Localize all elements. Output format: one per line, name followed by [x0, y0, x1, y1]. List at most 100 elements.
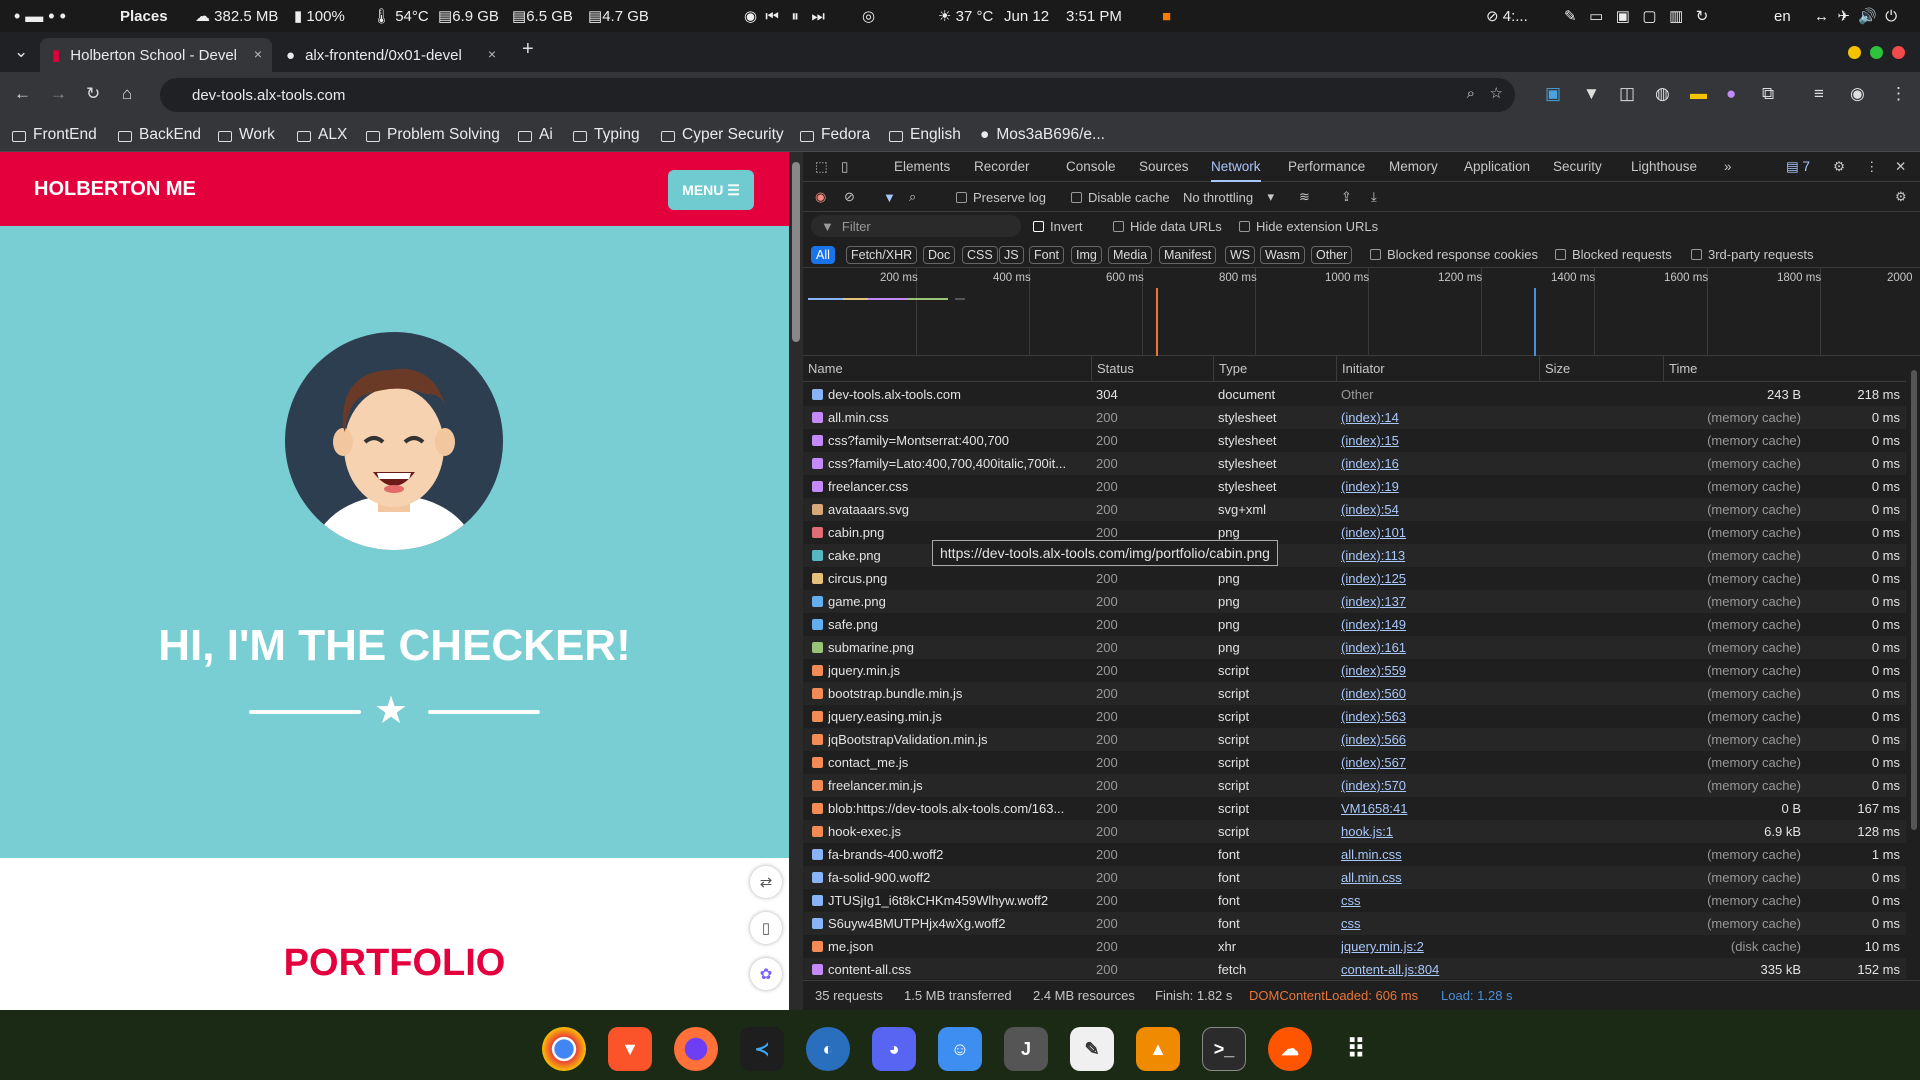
- zoom-search-icon[interactable]: ⌕: [1467, 85, 1475, 102]
- inspect-element-icon[interactable]: ⬚: [815, 152, 828, 182]
- request-row[interactable]: game.png 200 png (index):137 (memory cache) 0…: [803, 590, 1906, 613]
- request-initiator[interactable]: (index):567: [1341, 751, 1511, 774]
- request-initiator[interactable]: css: [1341, 889, 1511, 912]
- chip-img[interactable]: Img: [1071, 246, 1102, 264]
- request-initiator[interactable]: all.min.css: [1341, 866, 1511, 889]
- tab-security[interactable]: Security: [1553, 152, 1602, 182]
- omnibox[interactable]: dev-tools.alx-tools.com ⌕ ☆: [160, 78, 1515, 112]
- network-conditions-icon[interactable]: ≋: [1299, 183, 1310, 211]
- extension-6-icon[interactable]: ●: [1726, 84, 1736, 104]
- issues-badge[interactable]: ▤ 7: [1786, 152, 1810, 182]
- jetbrains-icon[interactable]: J: [1004, 1027, 1048, 1071]
- workspace-indicator-icon[interactable]: • ▬ • •: [14, 0, 66, 32]
- tab-application[interactable]: Application: [1464, 152, 1530, 182]
- tray-app-icon[interactable]: ■: [1162, 0, 1171, 32]
- request-initiator[interactable]: (index):566: [1341, 728, 1511, 751]
- column-size[interactable]: Size: [1539, 356, 1570, 382]
- column-status[interactable]: Status: [1091, 356, 1134, 382]
- request-initiator[interactable]: (index):137: [1341, 590, 1511, 613]
- request-initiator[interactable]: VM1658:41: [1341, 797, 1511, 820]
- network-settings-icon[interactable]: ⚙: [1895, 183, 1907, 211]
- app-grid-icon[interactable]: ⠿: [1334, 1027, 1378, 1071]
- tray-status[interactable]: ⊘ 4:...: [1486, 0, 1528, 32]
- brave-icon[interactable]: ▼: [608, 1027, 652, 1071]
- clock-date[interactable]: Jun 12: [1004, 0, 1049, 32]
- request-row[interactable]: freelancer.min.js 200 script (index):570 (me…: [803, 774, 1906, 797]
- profile-avatar[interactable]: ◉: [1850, 84, 1865, 104]
- third-party-checkbox[interactable]: 3rd-party requests: [1691, 240, 1814, 268]
- extensions-puzzle-icon[interactable]: ⧉: [1762, 84, 1774, 104]
- export-har-icon[interactable]: ⤓: [1371, 183, 1377, 211]
- chip-css[interactable]: CSS: [962, 246, 998, 264]
- close-tab-icon[interactable]: ×: [488, 46, 496, 62]
- browser-menu-icon[interactable]: ⋮: [1890, 84, 1907, 104]
- chip-ws[interactable]: WS: [1225, 246, 1256, 264]
- vlc-icon[interactable]: ▲: [1136, 1027, 1180, 1071]
- throttling-select[interactable]: No throttling ▾: [1183, 183, 1274, 211]
- request-row[interactable]: S6uyw4BMUTPHjx4wXg.woff2 200 font css (memor…: [803, 912, 1906, 935]
- request-row[interactable]: me.json 200 xhr jquery.min.js:2 (disk cache)…: [803, 935, 1906, 958]
- request-row[interactable]: jquery.min.js 200 script (index):559 (memory…: [803, 659, 1906, 682]
- column-initiator[interactable]: Initiator: [1336, 356, 1385, 382]
- request-initiator[interactable]: content-all.js:804: [1341, 958, 1511, 979]
- hide-data-urls-checkbox[interactable]: Hide data URLs: [1113, 212, 1222, 240]
- request-row[interactable]: fa-brands-400.woff2 200 font all.min.css (me…: [803, 843, 1906, 866]
- whatsapp-icon[interactable]: ◎: [862, 0, 875, 32]
- text-editor-icon[interactable]: ✎: [1070, 1027, 1114, 1071]
- chip-other[interactable]: Other: [1311, 246, 1353, 264]
- firefox-icon[interactable]: [674, 1027, 718, 1071]
- request-initiator[interactable]: (index):570: [1341, 774, 1511, 797]
- request-row[interactable]: bootstrap.bundle.min.js 200 script (index):…: [803, 682, 1906, 705]
- request-row[interactable]: freelancer.css 200 stylesheet (index):19 (me…: [803, 475, 1906, 498]
- bookmark-folder[interactable]: Cyper Security: [661, 118, 784, 152]
- request-initiator[interactable]: (index):559: [1341, 659, 1511, 682]
- tab-performance[interactable]: Performance: [1288, 152, 1365, 182]
- clock-time[interactable]: 3:51 PM: [1066, 0, 1122, 32]
- request-row[interactable]: circus.png 200 png (index):125 (memory cache…: [803, 567, 1906, 590]
- request-row[interactable]: dev-tools.alx-tools.com 304 document Other 2…: [803, 383, 1906, 406]
- chip-all[interactable]: All: [811, 246, 835, 264]
- bookmark-folder[interactable]: Work: [218, 118, 275, 152]
- page-scrollbar[interactable]: [789, 152, 803, 1010]
- bookmark-github[interactable]: ● Mos3aB696/e...: [980, 118, 1105, 152]
- bookmark-folder[interactable]: English: [889, 118, 961, 152]
- discord-icon[interactable]: ◕: [872, 1027, 916, 1071]
- maximize-button[interactable]: [1870, 46, 1883, 59]
- tab-recorder[interactable]: Recorder: [974, 152, 1030, 182]
- bookmark-folder[interactable]: Ai: [518, 118, 553, 152]
- tab-console[interactable]: Console: [1066, 152, 1116, 182]
- chip-js[interactable]: JS: [999, 246, 1024, 264]
- bookmark-folder[interactable]: ALX: [297, 118, 347, 152]
- more-options-icon[interactable]: ⋮: [1865, 152, 1879, 182]
- hide-extension-urls-checkbox[interactable]: Hide extension URLs: [1239, 212, 1378, 240]
- request-initiator[interactable]: (index):161: [1341, 636, 1511, 659]
- settings-gear-icon[interactable]: ⚙: [1833, 152, 1845, 182]
- extension-4-icon[interactable]: ◍: [1655, 84, 1670, 104]
- request-row[interactable]: css?family=Lato:400,700,400italic,700it.…: [803, 452, 1906, 475]
- network-overview-timeline[interactable]: 200 ms 400 ms 600 ms 800 ms 1000 ms 1200…: [803, 268, 1920, 356]
- more-tabs-icon[interactable]: »: [1724, 152, 1732, 182]
- column-name[interactable]: Name: [803, 356, 843, 382]
- ai-assistant-icon[interactable]: ✿: [750, 958, 782, 990]
- request-row[interactable]: content-all.css 200 fetch content-all.js:80…: [803, 958, 1906, 979]
- system-status-icons[interactable]: ↔ ✈ 🔊 ⏻: [1814, 0, 1897, 32]
- bookmark-folder[interactable]: Fedora: [800, 118, 870, 152]
- request-initiator[interactable]: (index):149: [1341, 613, 1511, 636]
- requests-scrollbar[interactable]: [1908, 356, 1920, 980]
- request-initiator[interactable]: hook.js:1: [1341, 820, 1511, 843]
- request-initiator[interactable]: (index):101: [1341, 521, 1511, 544]
- blocked-cookies-checkbox[interactable]: Blocked response cookies: [1370, 240, 1538, 268]
- places-menu[interactable]: Places: [120, 0, 168, 32]
- menu-button[interactable]: MENU ☰: [668, 170, 754, 210]
- scroll-thumb[interactable]: [1911, 370, 1917, 830]
- request-row[interactable]: JTUSjIg1_i6t8kCHKm459Wlhyw.woff2 200 font c…: [803, 889, 1906, 912]
- minimize-button[interactable]: [1848, 46, 1861, 59]
- invert-checkbox[interactable]: Invert: [1033, 212, 1083, 240]
- tab-elements[interactable]: Elements: [894, 152, 950, 182]
- request-row[interactable]: all.min.css 200 stylesheet (index):14 (memor…: [803, 406, 1906, 429]
- request-initiator[interactable]: (index):563: [1341, 705, 1511, 728]
- request-row[interactable]: submarine.png 200 png (index):161 (memory ca…: [803, 636, 1906, 659]
- back-icon[interactable]: ←: [14, 84, 31, 104]
- scroll-thumb[interactable]: [792, 162, 800, 342]
- tab-sources[interactable]: Sources: [1139, 152, 1189, 182]
